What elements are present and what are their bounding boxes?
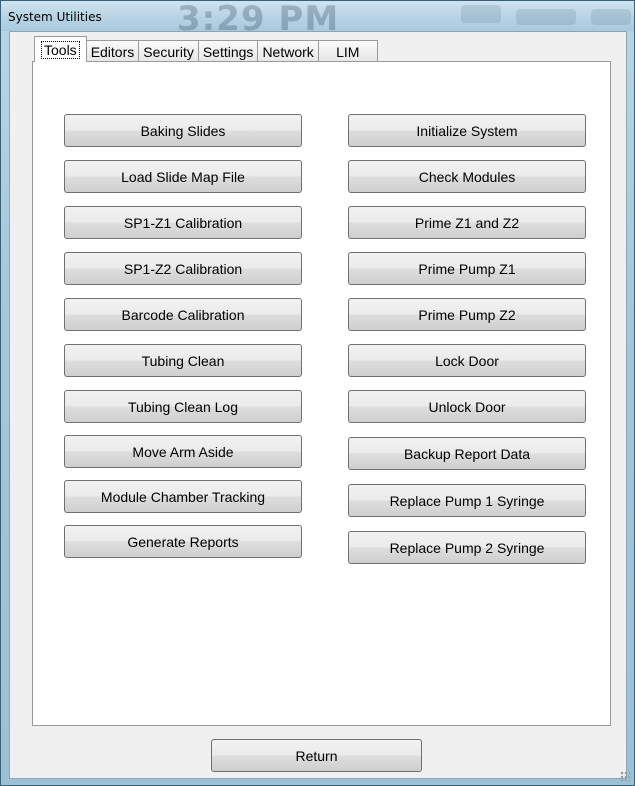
module-chamber-tracking-button[interactable]: Module Chamber Tracking [64, 480, 302, 513]
baking-slides-button[interactable]: Baking Slides [64, 114, 302, 147]
unlock-door-button[interactable]: Unlock Door [348, 390, 586, 423]
load-slide-map-file-button[interactable]: Load Slide Map File [64, 160, 302, 193]
replace-pump-2-syringe-button[interactable]: Replace Pump 2 Syringe [348, 531, 586, 564]
tubing-clean-button[interactable]: Tubing Clean [64, 344, 302, 377]
check-modules-button[interactable]: Check Modules [348, 160, 586, 193]
tab-security[interactable]: Security [138, 40, 199, 62]
prime-pump-z1-button[interactable]: Prime Pump Z1 [348, 252, 586, 285]
background-blur [516, 9, 576, 25]
tab-label: Tools [41, 40, 80, 59]
tab-lim[interactable]: LIM [317, 40, 378, 62]
prime-z1-and-z2-button[interactable]: Prime Z1 and Z2 [348, 206, 586, 239]
return-button[interactable]: Return [211, 739, 422, 772]
tab-label: Network [262, 43, 314, 60]
tab-label: LIM [336, 43, 360, 60]
background-blur [461, 5, 501, 23]
prime-pump-z2-button[interactable]: Prime Pump Z2 [348, 298, 586, 331]
lock-door-button[interactable]: Lock Door [348, 344, 586, 377]
tab-network[interactable]: Network [257, 40, 319, 62]
sp1-z1-calibration-button[interactable]: SP1-Z1 Calibration [64, 206, 302, 239]
window-title: System Utilities [8, 10, 102, 24]
barcode-calibration-button[interactable]: Barcode Calibration [64, 298, 302, 331]
title-bar[interactable]: 3:29 PM System Utilities [1, 0, 634, 39]
tab-settings[interactable]: Settings [197, 40, 259, 62]
system-utilities-window: 3:29 PM System Utilities Tools Editors S… [0, 0, 635, 786]
tab-label: Editors [90, 43, 135, 60]
tubing-clean-log-button[interactable]: Tubing Clean Log [64, 390, 302, 423]
backup-report-data-button[interactable]: Backup Report Data [348, 437, 586, 470]
tab-tools[interactable]: Tools [34, 36, 87, 62]
replace-pump-1-syringe-button[interactable]: Replace Pump 1 Syringe [348, 484, 586, 517]
generate-reports-button[interactable]: Generate Reports [64, 525, 302, 558]
sp1-z2-calibration-button[interactable]: SP1-Z2 Calibration [64, 252, 302, 285]
tab-label: Settings [202, 43, 254, 60]
resize-grip-icon[interactable] [620, 771, 630, 781]
tab-strip: Tools Editors Security Settings Network … [34, 36, 378, 62]
move-arm-aside-button[interactable]: Move Arm Aside [64, 435, 302, 468]
tab-editors[interactable]: Editors [85, 40, 140, 62]
tab-label: Security [143, 43, 194, 60]
background-blur [591, 9, 631, 25]
initialize-system-button[interactable]: Initialize System [348, 114, 586, 147]
